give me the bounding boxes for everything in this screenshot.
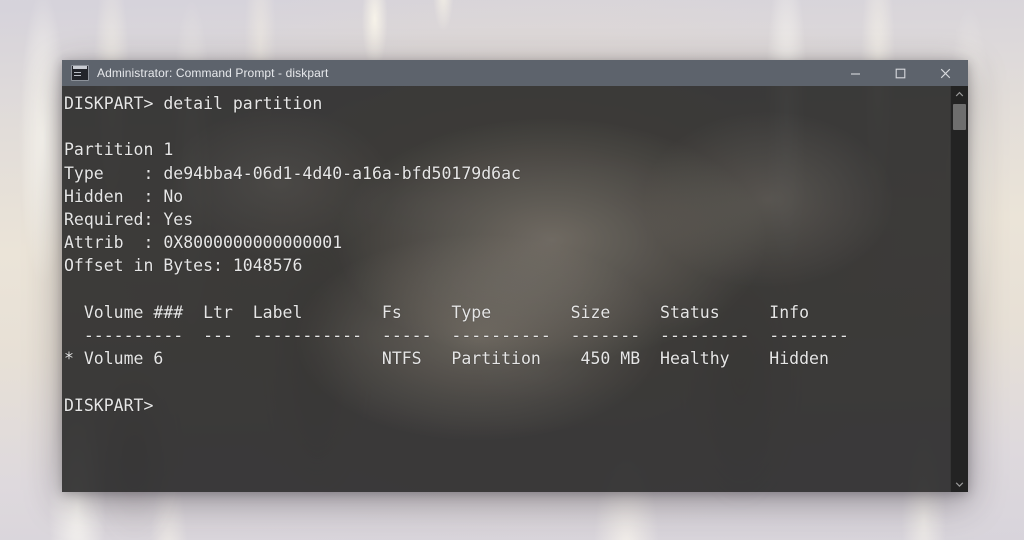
window-title: Administrator: Command Prompt - diskpart: [97, 66, 329, 80]
title-bar[interactable]: Administrator: Command Prompt - diskpart: [62, 60, 968, 86]
vertical-scrollbar[interactable]: [950, 86, 968, 492]
console-line: Volume ### Ltr Label Fs Type Size Status…: [64, 302, 810, 322]
scrollbar-thumb[interactable]: [953, 104, 966, 130]
minimize-button[interactable]: [833, 60, 878, 86]
console-line: ---------- --- ----------- ----- -------…: [64, 326, 849, 345]
scroll-down-button[interactable]: [951, 476, 968, 492]
command-prompt-window[interactable]: Administrator: Command Prompt - diskpart: [62, 60, 968, 492]
console-line: Type : de94bba4-06d1-4d40-a16a-bfd50179d…: [64, 163, 521, 183]
scrollbar-track[interactable]: [951, 102, 968, 476]
maximize-button[interactable]: [878, 60, 923, 86]
chevron-down-icon: [955, 481, 964, 487]
console-body[interactable]: DISKPART> detail partition Partition 1 Typ…: [62, 86, 968, 492]
console-line: Attrib : 0X8000000000000001: [64, 233, 343, 253]
console-line: DISKPART>: [64, 395, 154, 415]
console-line: Partition 1: [64, 140, 174, 160]
console-line: Offset in Bytes: 1048576: [64, 256, 303, 276]
console-line: Required: Yes: [64, 210, 194, 229]
scroll-up-button[interactable]: [951, 86, 968, 102]
minimize-icon: [851, 72, 860, 75]
console-line: DISKPART> detail partition: [64, 94, 323, 113]
desktop: Administrator: Command Prompt - diskpart: [0, 0, 1024, 540]
maximize-icon: [895, 68, 906, 78]
close-button[interactable]: [923, 60, 968, 86]
console-icon: [71, 65, 89, 81]
close-icon: [940, 68, 951, 78]
console-output[interactable]: DISKPART> detail partition Partition 1 Typ…: [62, 86, 950, 492]
console-line: Hidden : No: [64, 186, 184, 206]
chevron-up-icon: [955, 91, 964, 96]
console-line: * Volume 6 NTFS Partition 450 MB Healthy…: [64, 349, 829, 369]
